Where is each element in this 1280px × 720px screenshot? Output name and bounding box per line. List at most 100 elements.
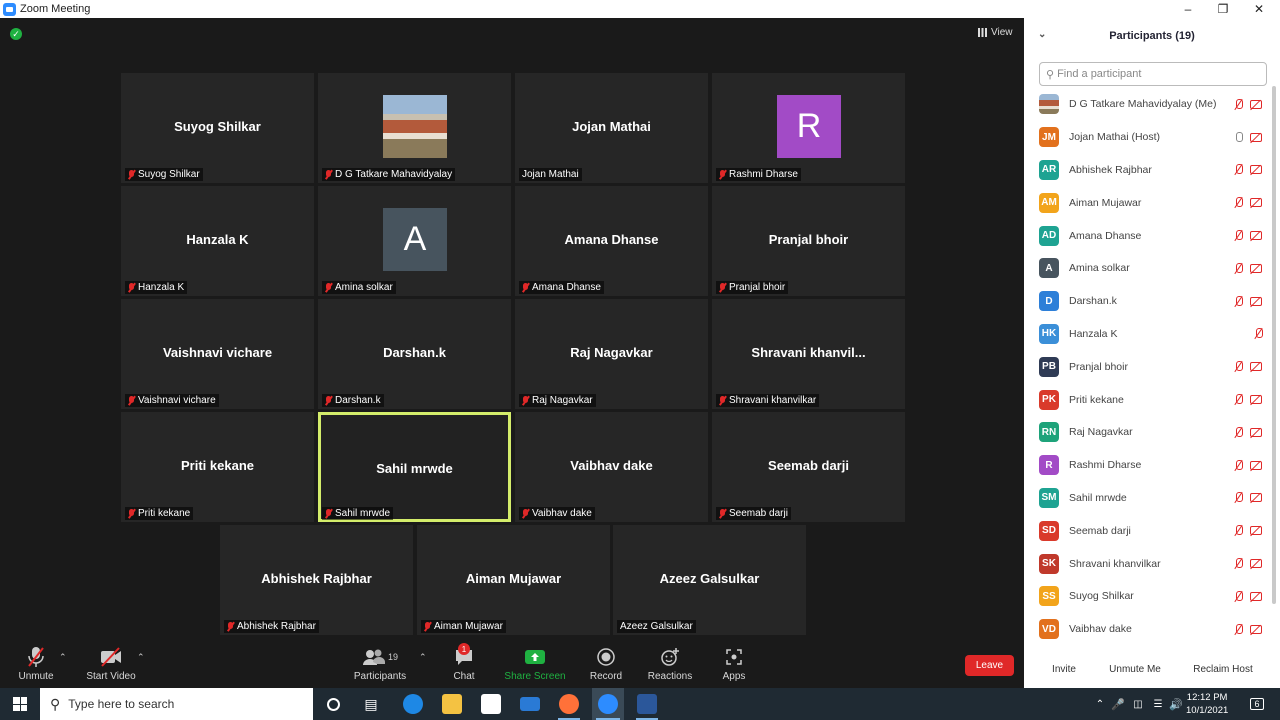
participant-row[interactable]: D Darshan.k: [1024, 285, 1274, 318]
video-options-chevron-icon[interactable]: ⌃: [137, 652, 145, 663]
mic-muted-icon[interactable]: [1234, 525, 1243, 536]
participant-row[interactable]: VD Vaibhav dake: [1024, 613, 1274, 646]
video-tile[interactable]: Vaibhav dake Vaibhav dake: [515, 412, 708, 522]
participant-row[interactable]: PB Pranjal bhoir: [1024, 350, 1274, 383]
participant-row[interactable]: A Amina solkar: [1024, 252, 1274, 285]
mic-muted-icon[interactable]: [1234, 426, 1243, 438]
collapse-chevron-icon[interactable]: ⌄: [1038, 29, 1046, 40]
video-off-icon[interactable]: [1250, 132, 1262, 142]
video-tile[interactable]: Amana Dhanse Amana Dhanse: [515, 186, 708, 296]
apps-button[interactable]: Apps: [720, 646, 748, 682]
video-tile[interactable]: Priti kekane Priti kekane: [121, 412, 314, 522]
participant-row[interactable]: RN Raj Nagavkar: [1024, 416, 1274, 449]
minimize-icon[interactable]: –: [1170, 0, 1206, 18]
word-icon[interactable]: [632, 688, 662, 720]
firefox-icon[interactable]: [554, 688, 584, 720]
participant-row[interactable]: AD Amana Dhanse: [1024, 219, 1274, 252]
participant-row[interactable]: AR Abhishek Rajbhar: [1024, 154, 1274, 187]
mic-muted-icon[interactable]: [1234, 197, 1243, 208]
mic-muted-icon[interactable]: [1234, 361, 1243, 372]
video-off-icon[interactable]: [1250, 559, 1262, 569]
participant-row[interactable]: D G Tatkare Mahavidyalay (Me): [1024, 88, 1274, 121]
participant-row[interactable]: SK Shravani khanvilkar: [1024, 547, 1274, 580]
participants-scrollbar[interactable]: [1272, 86, 1276, 604]
video-off-icon[interactable]: [1250, 231, 1262, 241]
task-view-icon[interactable]: ▤: [356, 688, 386, 720]
mic-muted-icon[interactable]: [1234, 295, 1243, 307]
unmute-me-button[interactable]: Unmute Me: [1104, 658, 1166, 680]
mic-muted-icon[interactable]: [1234, 492, 1243, 503]
mic-muted-icon[interactable]: [1234, 590, 1243, 602]
video-off-icon[interactable]: [1250, 460, 1262, 470]
share-screen-button[interactable]: Share Screen: [503, 646, 567, 682]
show-hidden-icons-chevron-icon[interactable]: ⌃: [1092, 688, 1108, 720]
mic-muted-icon[interactable]: [1234, 98, 1243, 110]
participant-row[interactable]: HK Hanzala K: [1024, 318, 1274, 351]
volume-icon[interactable]: 🔊: [1168, 688, 1184, 720]
audio-options-chevron-icon[interactable]: ⌃: [59, 652, 67, 663]
microphone-tray-icon[interactable]: 🎤: [1110, 688, 1126, 720]
video-tile[interactable]: R Rashmi Dharse: [712, 73, 905, 183]
mic-muted-icon[interactable]: [1254, 328, 1263, 339]
video-tile[interactable]: Sahil mrwde Sahil mrwde: [318, 412, 511, 522]
close-icon[interactable]: ✕: [1241, 0, 1277, 18]
video-off-icon[interactable]: [1250, 493, 1262, 503]
taskbar-clock[interactable]: 12:12 PM 10/1/2021: [1186, 691, 1228, 717]
video-tile[interactable]: D G Tatkare Mahavidyalay: [318, 73, 511, 183]
video-off-icon[interactable]: [1250, 296, 1262, 306]
unmute-button[interactable]: Unmute: [14, 646, 58, 682]
participant-row[interactable]: JM Jojan Mathai (Host): [1024, 121, 1274, 154]
video-tile[interactable]: Aiman Mujawar Aiman Mujawar: [417, 525, 610, 635]
invite-button[interactable]: Invite: [1044, 658, 1084, 680]
video-tile[interactable]: Suyog Shilkar Suyog Shilkar: [121, 73, 314, 183]
video-tile[interactable]: Jojan Mathai Jojan Mathai: [515, 73, 708, 183]
mic-muted-icon[interactable]: [1234, 459, 1243, 471]
mic-muted-icon[interactable]: [1234, 164, 1243, 175]
reactions-button[interactable]: Reactions: [646, 646, 694, 682]
mail-icon[interactable]: [515, 688, 545, 720]
video-tile[interactable]: A Amina solkar: [318, 186, 511, 296]
video-off-icon[interactable]: [1250, 427, 1262, 437]
video-tile[interactable]: Shravani khanvil... Shravani khanvilkar: [712, 299, 905, 409]
video-off-icon[interactable]: [1250, 624, 1262, 634]
video-off-icon[interactable]: [1250, 526, 1262, 536]
video-tile[interactable]: Vaishnavi vichare Vaishnavi vichare: [121, 299, 314, 409]
cortana-icon[interactable]: [318, 688, 348, 720]
mic-muted-icon[interactable]: [1234, 623, 1243, 635]
participant-row[interactable]: SD Seemab darji: [1024, 514, 1274, 547]
participant-row[interactable]: R Rashmi Dharse: [1024, 449, 1274, 482]
video-tile[interactable]: Abhishek Rajbhar Abhishek Rajbhar: [220, 525, 413, 635]
wifi-icon[interactable]: ☰: [1150, 688, 1166, 720]
video-tile[interactable]: Seemab darji Seemab darji: [712, 412, 905, 522]
participant-row[interactable]: PK Priti kekane: [1024, 383, 1274, 416]
store-icon[interactable]: [476, 688, 506, 720]
taskbar-search-input[interactable]: ⚲ Type here to search: [40, 688, 313, 720]
security-shield-icon[interactable]: ✓: [10, 28, 22, 40]
mic-muted-icon[interactable]: [1234, 394, 1243, 405]
participants-options-chevron-icon[interactable]: ⌃: [419, 652, 427, 663]
zoom-taskbar-icon[interactable]: [592, 688, 624, 720]
leave-button[interactable]: Leave: [965, 655, 1014, 676]
video-off-icon[interactable]: [1250, 362, 1262, 372]
mic-muted-icon[interactable]: [1234, 558, 1243, 569]
video-tile[interactable]: Darshan.k Darshan.k: [318, 299, 511, 409]
battery-icon[interactable]: ◫: [1130, 688, 1146, 720]
participant-row[interactable]: AM Aiman Mujawar: [1024, 186, 1274, 219]
chat-button[interactable]: 1 Chat: [448, 643, 480, 682]
edge-browser-icon[interactable]: [398, 688, 428, 720]
video-off-icon[interactable]: [1250, 99, 1262, 109]
record-button[interactable]: Record: [588, 646, 624, 682]
video-tile[interactable]: Hanzala K Hanzala K: [121, 186, 314, 296]
mic-icon[interactable]: [1234, 131, 1243, 143]
participant-row[interactable]: SM Sahil mrwde: [1024, 482, 1274, 515]
reclaim-host-button[interactable]: Reclaim Host: [1188, 658, 1258, 680]
view-button[interactable]: View: [978, 27, 1013, 38]
mic-muted-icon[interactable]: [1234, 262, 1243, 274]
mic-muted-icon[interactable]: [1234, 230, 1243, 241]
participants-button[interactable]: 19 Participants: [353, 646, 407, 682]
video-tile[interactable]: Azeez Galsulkar Azeez Galsulkar: [613, 525, 806, 635]
start-button[interactable]: [0, 688, 40, 720]
find-participant-input[interactable]: ⚲ Find a participant: [1039, 62, 1267, 86]
video-off-icon[interactable]: [1250, 263, 1262, 273]
start-video-button[interactable]: Start Video: [84, 646, 138, 682]
